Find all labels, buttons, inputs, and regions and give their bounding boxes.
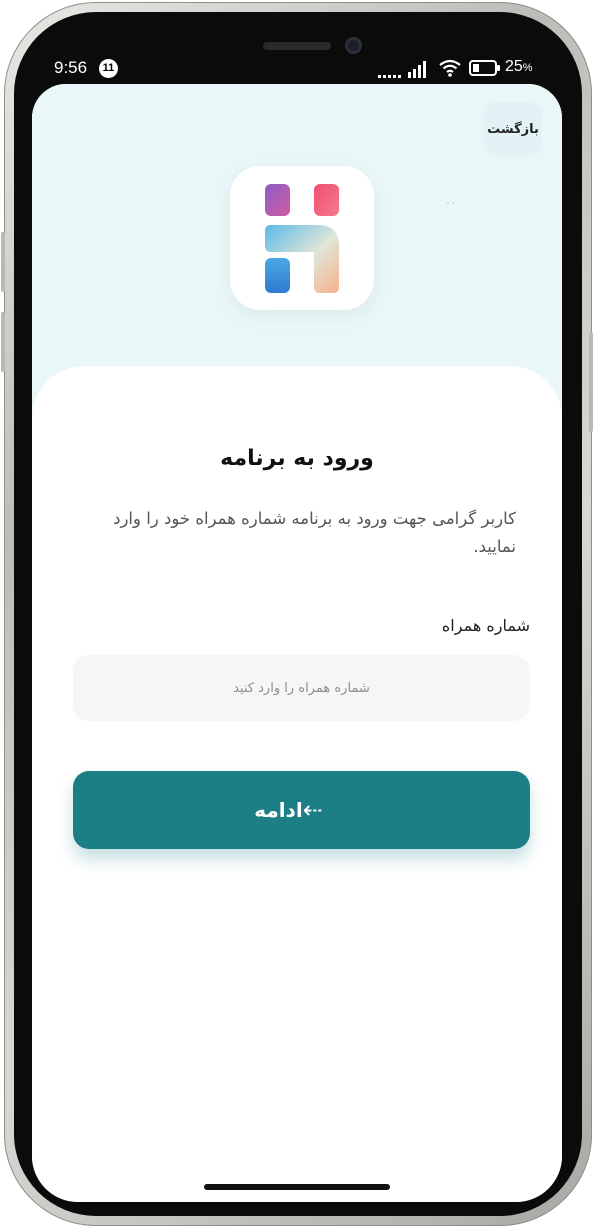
home-indicator[interactable] [204, 1184, 390, 1190]
status-time: 9:56 [54, 58, 88, 77]
decorative-dots: ◦ ◦ [446, 200, 455, 207]
phone-input[interactable] [73, 655, 530, 721]
page-title: ورود به برنامه [220, 446, 374, 471]
battery-icon [469, 60, 500, 76]
battery-percent: 25% [505, 58, 533, 75]
app-screen: بازگشت ◦ ◦ ورود به برنامه کاربر گرامی جه… [32, 84, 562, 1202]
back-button[interactable]: بازگشت [484, 102, 542, 156]
signal-icon [378, 61, 426, 78]
status-bar: 9:56 11 25% [0, 52, 596, 86]
volume-button [1, 232, 5, 292]
wifi-icon [439, 59, 461, 77]
header-background: بازگشت ◦ ◦ [32, 84, 562, 414]
earpiece-speaker [263, 42, 331, 50]
continue-label: ادامه [254, 798, 303, 822]
notification-badge: 11 [99, 59, 118, 78]
arrow-left-icon: ⇠ [302, 796, 323, 824]
app-logo-icon [265, 184, 339, 293]
phone-field-label: شماره همراه [441, 616, 530, 635]
login-description: کاربر گرامی جهت ورود به برنامه شماره همر… [113, 509, 516, 556]
power-button [589, 332, 593, 432]
volume-button [1, 312, 5, 372]
app-logo [230, 166, 374, 310]
continue-button[interactable]: ادامه ⇠ [73, 771, 530, 849]
